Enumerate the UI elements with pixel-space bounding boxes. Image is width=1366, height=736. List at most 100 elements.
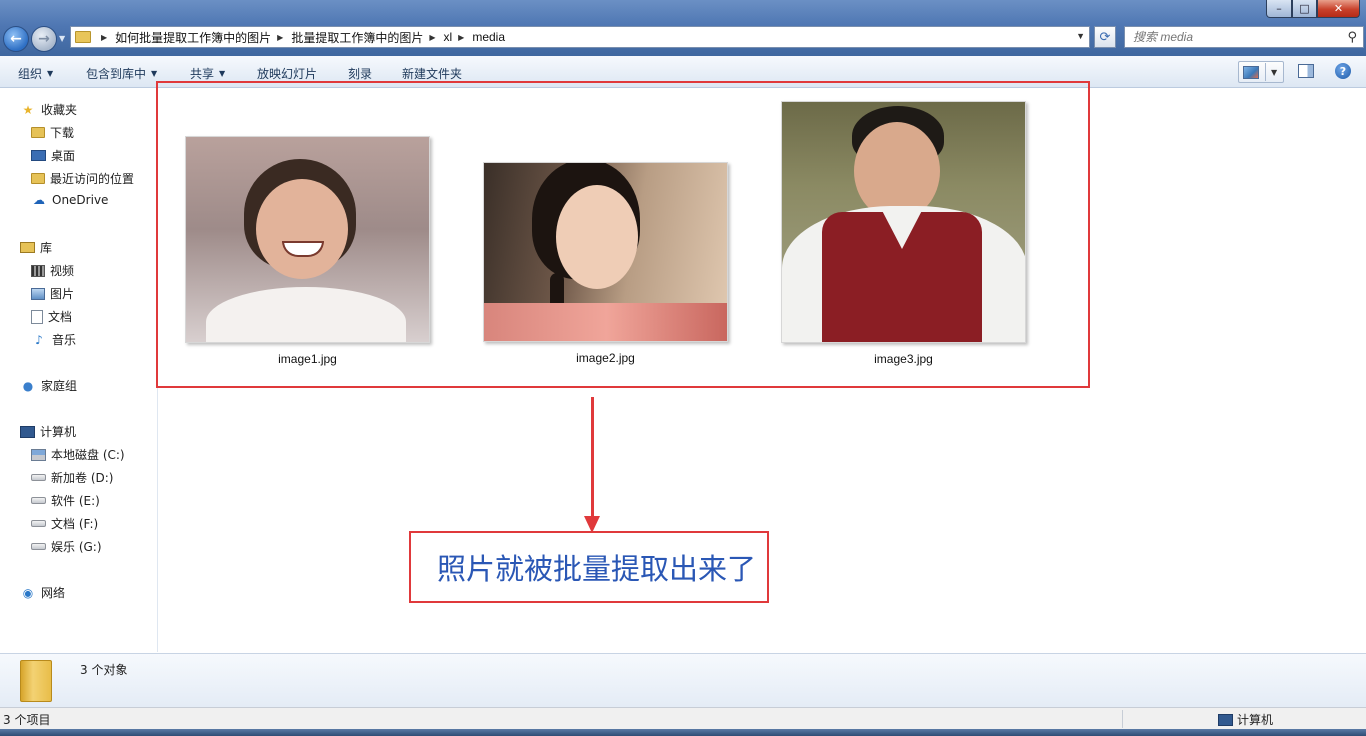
include-library-button[interactable]: 包含到库中 ▼ <box>86 65 157 82</box>
sidebar-item-label: 本地磁盘 (C:) <box>51 448 125 462</box>
include-library-label: 包含到库中 <box>86 67 147 81</box>
address-bar[interactable]: ▶ 如何批量提取工作簿中的图片 ▶ 批量提取工作簿中的图片 ▶ xl ▶ med… <box>70 26 1090 48</box>
drive-icon <box>31 474 46 481</box>
chevron-right-icon[interactable]: ▶ <box>429 33 435 42</box>
breadcrumb-item[interactable]: xl <box>444 30 453 44</box>
search-input[interactable] <box>1133 30 1343 44</box>
chevron-down-icon[interactable]: ▼ <box>1076 31 1085 41</box>
sidebar-item-label: 音乐 <box>52 333 77 347</box>
arrow-left-icon: ← <box>10 31 22 47</box>
status-location: 计算机 <box>1218 711 1273 728</box>
change-view-button[interactable]: ▼ <box>1238 61 1284 83</box>
sidebar-item-homegroup[interactable]: ● 家庭组 <box>20 377 77 394</box>
chevron-down-icon[interactable]: ▼ <box>1271 68 1277 77</box>
chevron-right-icon[interactable]: ▶ <box>101 33 107 42</box>
share-label: 共享 <box>190 67 215 81</box>
annotation-text: 照片就被批量提取出来了 <box>437 552 757 586</box>
annotation-callout: 照片就被批量提取出来了 <box>409 531 769 603</box>
folder-icon <box>20 660 52 702</box>
cloud-icon: ☁ <box>33 193 45 207</box>
sidebar-item-label: 文档 <box>48 310 73 324</box>
computer-icon <box>20 425 35 438</box>
network-icon: ◉ <box>22 585 34 600</box>
slideshow-button[interactable]: 放映幻灯片 <box>257 65 317 82</box>
taskbar <box>0 729 1366 736</box>
highlight-box <box>156 81 1090 388</box>
breadcrumb-item[interactable]: media <box>472 30 505 44</box>
sidebar-item-label: 文档 (F:) <box>51 517 99 531</box>
library-icon <box>20 242 35 253</box>
search-box[interactable]: ⚲ <box>1124 26 1364 48</box>
title-bar: – □ ✕ ← → ▼ ▶ 如何批量提取工作簿中的图片 ▶ 批量提取工作簿中的图… <box>0 0 1366 56</box>
sidebar-item-label: 软件 (E:) <box>51 494 100 508</box>
back-button[interactable]: ← <box>3 26 29 52</box>
help-button[interactable]: ? <box>1335 63 1351 79</box>
sidebar-item-favorites[interactable]: ★ 收藏夹 <box>20 101 77 118</box>
recent-pages-dropdown[interactable]: ▼ <box>59 34 68 44</box>
arrow-right-icon: → <box>38 31 50 47</box>
view-icon <box>1243 65 1259 79</box>
organize-button[interactable]: 组织 ▼ <box>18 65 53 82</box>
forward-button[interactable]: → <box>31 26 57 52</box>
homegroup-icon: ● <box>22 378 34 393</box>
sidebar-item-libraries[interactable]: 库 <box>20 239 52 256</box>
status-item-count: 3 个项目 <box>3 713 51 727</box>
sidebar-item-label: 娱乐 (G:) <box>51 540 102 554</box>
sidebar-item-drive-e[interactable]: 软件 (E:) <box>31 492 100 509</box>
sidebar-item-computer[interactable]: 计算机 <box>20 423 76 440</box>
sidebar-item-documents[interactable]: 文档 <box>31 308 72 325</box>
status-bar: 3 个项目 计算机 <box>0 707 1366 729</box>
sidebar-item-drive-g[interactable]: 娱乐 (G:) <box>31 538 102 555</box>
sidebar-item-downloads[interactable]: 下载 <box>31 124 74 141</box>
slideshow-label: 放映幻灯片 <box>257 67 318 81</box>
sidebar-item-drive-f[interactable]: 文档 (F:) <box>31 515 98 532</box>
sidebar-item-recent[interactable]: 最近访问的位置 <box>31 170 134 187</box>
divider <box>1265 63 1266 81</box>
drive-icon <box>31 543 46 550</box>
desktop-icon <box>31 150 46 161</box>
preview-pane-button[interactable] <box>1298 64 1314 78</box>
arrow-line <box>591 397 594 519</box>
close-button[interactable]: ✕ <box>1317 0 1360 18</box>
refresh-button[interactable]: ⟳ <box>1094 26 1116 48</box>
recent-places-icon <box>31 173 45 184</box>
folder-icon <box>75 31 91 43</box>
navigation-pane: ★ 收藏夹 下载 桌面 最近访问的位置 ☁ OneDrive 库 视频 图片 文档 … <box>0 89 158 652</box>
sidebar-item-label: 家庭组 <box>41 379 78 393</box>
search-icon[interactable]: ⚲ <box>1347 30 1357 45</box>
picture-icon <box>31 287 45 300</box>
breadcrumb-item[interactable]: 批量提取工作簿中的图片 <box>291 29 423 46</box>
computer-icon <box>1218 713 1233 726</box>
status-location-label: 计算机 <box>1237 713 1274 727</box>
sidebar-item-label: 下载 <box>50 126 75 140</box>
sidebar-item-drive-c[interactable]: 本地磁盘 (C:) <box>31 446 125 463</box>
share-button[interactable]: 共享 ▼ <box>190 65 225 82</box>
burn-button[interactable]: 刻录 <box>348 65 372 82</box>
breadcrumb-item[interactable]: 如何批量提取工作簿中的图片 <box>115 29 271 46</box>
chevron-down-icon: ▼ <box>47 69 54 78</box>
refresh-icon: ⟳ <box>1099 29 1111 45</box>
sidebar-item-pictures[interactable]: 图片 <box>31 285 74 302</box>
downloads-folder-icon <box>31 127 45 138</box>
new-folder-button[interactable]: 新建文件夹 <box>402 65 462 82</box>
maximize-button[interactable]: □ <box>1292 0 1317 18</box>
sidebar-item-label: 库 <box>40 241 53 255</box>
sidebar-item-label: OneDrive <box>52 193 109 207</box>
sidebar-item-desktop[interactable]: 桌面 <box>31 147 75 164</box>
sidebar-item-label: 新加卷 (D:) <box>51 471 114 485</box>
chevron-right-icon[interactable]: ▶ <box>277 33 283 42</box>
help-icon: ? <box>1339 64 1347 78</box>
sidebar-item-network[interactable]: ◉ 网络 <box>20 584 65 601</box>
sidebar-item-label: 最近访问的位置 <box>50 172 135 186</box>
burn-label: 刻录 <box>348 67 373 81</box>
sidebar-item-music[interactable]: ♪ 音乐 <box>31 331 76 348</box>
chevron-right-icon[interactable]: ▶ <box>458 33 464 42</box>
music-note-icon: ♪ <box>35 332 43 347</box>
sidebar-item-label: 计算机 <box>40 425 77 439</box>
minimize-button[interactable]: – <box>1266 0 1292 18</box>
system-drive-icon <box>31 448 46 461</box>
sidebar-item-videos[interactable]: 视频 <box>31 262 74 279</box>
sidebar-item-drive-d[interactable]: 新加卷 (D:) <box>31 469 113 486</box>
sidebar-item-onedrive[interactable]: ☁ OneDrive <box>31 193 108 207</box>
sidebar-item-label: 图片 <box>50 287 75 301</box>
